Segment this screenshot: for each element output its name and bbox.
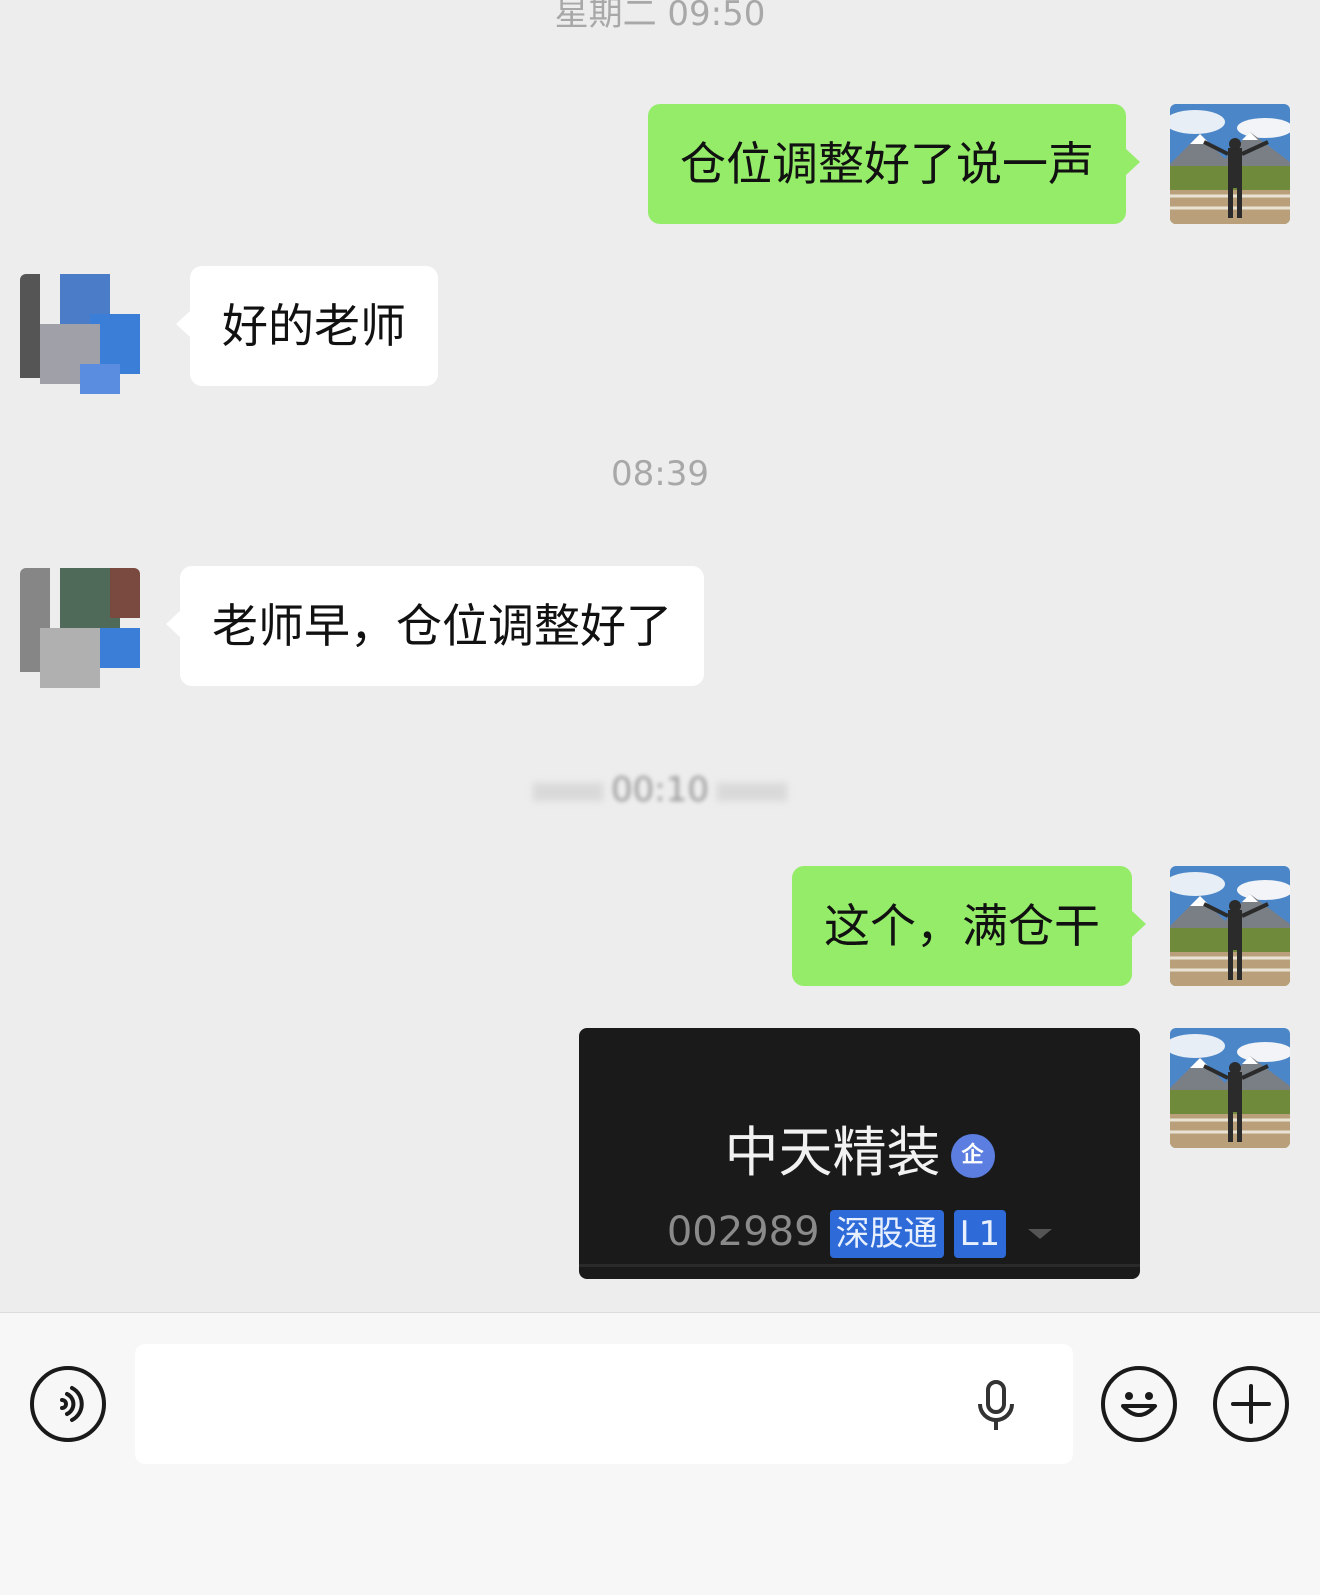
avatar-mine[interactable] xyxy=(1170,866,1290,986)
blur-bar xyxy=(533,782,603,801)
level-tag: L1 xyxy=(953,1210,1007,1258)
stock-code-row: 002989 深股通 L1 xyxy=(579,1206,1140,1258)
stock-name-row: 中天精装企 xyxy=(579,1120,1140,1186)
chat-area[interactable]: 星期二 09:50 仓位调整好了说一声 好的老师 08:39 老师早，仓位调整好… xyxy=(0,0,1320,1312)
message-input[interactable] xyxy=(135,1344,1073,1464)
avatar-other-blurred[interactable] xyxy=(20,568,140,688)
stock-screenshot-card[interactable]: 中天精装企 002989 深股通 L1 xyxy=(579,1028,1140,1279)
message-bubble-mine[interactable]: 仓位调整好了说一声 xyxy=(648,104,1140,224)
plus-icon xyxy=(1231,1384,1271,1424)
timestamp-0839: 08:39 xyxy=(611,454,709,494)
timestamp-tuesday: 星期二 09:50 xyxy=(554,0,766,34)
avatar-landscape-image xyxy=(1170,104,1290,224)
avatar-mine[interactable] xyxy=(1170,1028,1290,1148)
stock-code: 002989 xyxy=(666,1209,820,1255)
market-tag: 深股通 xyxy=(829,1210,944,1258)
message-bubble-mine[interactable]: 这个，满仓干 xyxy=(792,866,1146,986)
blurred-avatar-image xyxy=(20,274,140,394)
avatar-landscape-image xyxy=(1170,1028,1290,1148)
microphone-icon[interactable] xyxy=(973,1380,1019,1432)
message-bubble-other[interactable]: 好的老师 xyxy=(176,266,438,386)
emoji-button[interactable] xyxy=(1101,1366,1177,1442)
avatar-other-blurred[interactable] xyxy=(20,274,140,394)
enterprise-badge-icon: 企 xyxy=(950,1134,995,1179)
plus-button[interactable] xyxy=(1213,1366,1289,1442)
message-bubble-other[interactable]: 老师早，仓位调整好了 xyxy=(166,566,704,686)
emoji-icon xyxy=(1121,1392,1157,1417)
stock-name: 中天精装 xyxy=(724,1121,941,1184)
voice-icon xyxy=(60,1386,84,1422)
voice-button[interactable] xyxy=(30,1366,106,1442)
dropdown-caret-icon xyxy=(1028,1229,1053,1239)
input-bar xyxy=(0,1312,1320,1595)
timestamp-0010: 00:10 xyxy=(0,770,1320,810)
blurred-avatar-image xyxy=(20,568,140,688)
avatar-landscape-image xyxy=(1170,866,1290,986)
timestamp-0010-text: 00:10 xyxy=(611,770,709,810)
card-divider xyxy=(579,1264,1140,1267)
avatar-mine[interactable] xyxy=(1170,104,1290,224)
blur-bar xyxy=(716,782,787,801)
